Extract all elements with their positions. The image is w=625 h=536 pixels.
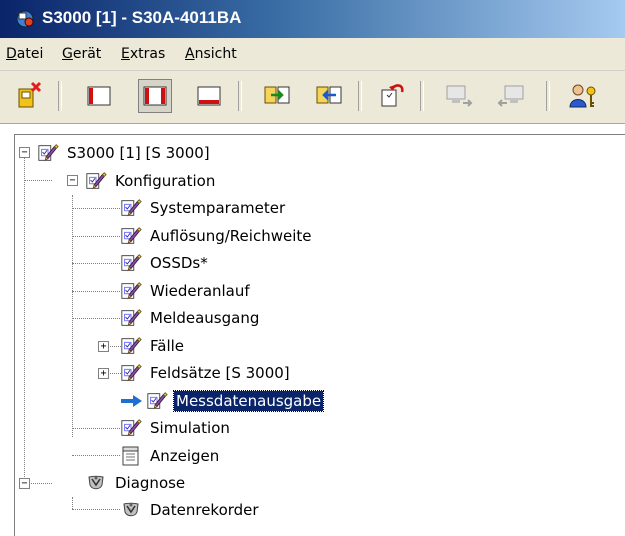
tree-node-label: Datenrekorder: [150, 501, 259, 519]
diagnose-icon: [123, 502, 139, 517]
user-key-icon: [569, 84, 596, 108]
transfer-upload-icon: [264, 86, 290, 104]
view-right-button[interactable]: [192, 79, 226, 113]
tree-node-anzeigen[interactable]: Anzeigen: [120, 443, 221, 469]
document-list-icon: [122, 446, 139, 466]
tree-node-label: Simulation: [150, 419, 230, 437]
tree-node-konfiguration[interactable]: Konfiguration: [85, 168, 217, 194]
menu-ansicht[interactable]: Ansicht: [185, 46, 237, 62]
view-middle-button[interactable]: [138, 79, 172, 113]
app-icon: [16, 10, 34, 28]
tree-node-label: Fälle: [150, 337, 185, 355]
tree-node-diagnose[interactable]: Diagnose: [85, 470, 187, 496]
tree-node-label: Meldeausgang: [150, 309, 260, 327]
config-document-icon: [121, 419, 142, 436]
tree-node-simulation[interactable]: Simulation: [120, 415, 232, 441]
config-document-icon: [121, 227, 142, 244]
tree-node-faelle[interactable]: Fälle: [120, 333, 186, 359]
tree-connector: [72, 195, 73, 437]
title-bar: S3000 [1] - S30A-4011BA: [0, 0, 625, 38]
tree-node-wiederanlauf[interactable]: Wiederanlauf: [120, 278, 252, 304]
menu-geraet[interactable]: Gerät: [62, 46, 101, 62]
tree-node-label: Wiederanlauf: [150, 282, 250, 300]
tree-node-systemparameter[interactable]: Systemparameter: [120, 195, 287, 221]
collapse-toggle[interactable]: −: [67, 175, 78, 186]
menu-datei[interactable]: Datei: [6, 46, 43, 62]
tree-node-messdatenausgabe[interactable]: Messdatenausgabe: [120, 388, 325, 414]
config-document-icon: [121, 364, 142, 381]
tree-connector: [72, 291, 120, 292]
tree-node-label: Auflösung/Reichweite: [150, 227, 312, 245]
tree-node-ossds[interactable]: OSSDs*: [120, 250, 210, 276]
config-document-icon: [121, 199, 142, 216]
toolbar: [0, 71, 625, 124]
toolbar-separator: [358, 81, 362, 111]
toolbar-separator: [420, 81, 424, 111]
tree-connector: [72, 509, 120, 510]
window-layout-icon: [143, 86, 167, 106]
tree-node-label: Diagnose: [115, 474, 186, 492]
tree-node-label: Konfiguration: [115, 172, 216, 190]
tree-connector: [24, 180, 52, 181]
transfer-download-icon: [316, 86, 342, 104]
transfer-left-button[interactable]: [442, 79, 476, 113]
disconnect-icon: [18, 81, 42, 108]
undo-button[interactable]: [376, 79, 410, 113]
tree-node-label: S3000 [1] [S 3000]: [67, 144, 210, 162]
toolbar-separator: [238, 81, 242, 111]
computer-transfer-icon: [497, 85, 524, 107]
computer-transfer-icon: [446, 85, 473, 107]
window-layout-icon: [87, 86, 111, 106]
tree-node-aufloesung[interactable]: Auflösung/Reichweite: [120, 223, 313, 249]
config-document-icon: [86, 172, 107, 189]
tree-node-datenrekorder[interactable]: Datenrekorder: [120, 497, 261, 523]
tree-connector: [72, 236, 120, 237]
tree-connector: [72, 318, 120, 319]
config-document-icon: [121, 309, 142, 326]
window-title: S3000 [1] - S30A-4011BA: [42, 8, 242, 27]
tree-view[interactable]: − − + + − S3000 [1] [S 3000] Konfigurati…: [14, 134, 625, 536]
view-left-button[interactable]: [82, 79, 116, 113]
config-document-icon: [121, 282, 142, 299]
expand-toggle[interactable]: +: [98, 341, 109, 352]
menu-extras[interactable]: Extras: [121, 46, 165, 62]
tree-node-label: OSSDs*: [150, 254, 208, 272]
undo-icon: [381, 84, 404, 107]
config-document-icon: [121, 337, 142, 354]
upload-button[interactable]: [260, 79, 294, 113]
expand-toggle[interactable]: +: [98, 368, 109, 379]
tree-node-label: Systemparameter: [150, 199, 286, 217]
transfer-right-button[interactable]: [494, 79, 528, 113]
tree-node-feldsaetze[interactable]: Feldsätze [S 3000]: [120, 360, 292, 386]
tree-connector: [24, 157, 25, 477]
collapse-toggle[interactable]: −: [19, 478, 30, 489]
config-document-icon: [121, 254, 142, 271]
tree-connector: [72, 428, 120, 429]
toolbar-separator: [546, 81, 550, 111]
toolbar-separator: [58, 81, 62, 111]
tree-connector: [72, 497, 73, 509]
config-document-icon: [38, 144, 59, 161]
tree-connector: [72, 263, 120, 264]
collapse-toggle[interactable]: −: [19, 147, 30, 158]
tree-node-meldeausgang[interactable]: Meldeausgang: [120, 305, 261, 331]
user-login-button[interactable]: [566, 79, 600, 113]
download-button[interactable]: [312, 79, 346, 113]
menu-bar: Datei Gerät Extras Ansicht: [0, 38, 625, 71]
disconnect-button[interactable]: [12, 79, 46, 113]
tree-connector: [72, 455, 120, 456]
current-arrow-icon: [121, 395, 142, 407]
window-layout-icon: [197, 86, 221, 106]
tree-node-label: Anzeigen: [150, 447, 220, 465]
tree-connector: [72, 208, 120, 209]
tree-node-label: Feldsätze [S 3000]: [150, 364, 290, 382]
tree-node-label: Messdatenausgabe: [172, 390, 325, 412]
config-document-icon: [147, 392, 168, 409]
diagnose-icon: [88, 475, 104, 490]
tree-node-root[interactable]: S3000 [1] [S 3000]: [37, 140, 212, 166]
